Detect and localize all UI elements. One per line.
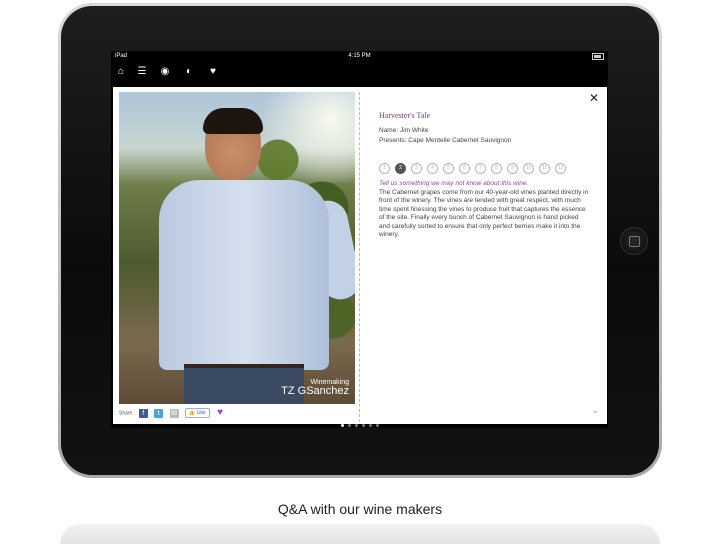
question-text: Tell us something we may not know about … [379, 180, 529, 187]
question-page-dot[interactable]: 4 [427, 163, 438, 174]
page-dot [375, 424, 379, 428]
facebook-icon[interactable]: f [138, 408, 148, 418]
article-title: Harvester's Tale [379, 111, 431, 120]
question-page-dot[interactable]: 6 [459, 163, 470, 174]
status-time: 4:15 PM [348, 53, 371, 59]
question-page-dot[interactable]: 1 [379, 163, 390, 174]
question-page-dot[interactable]: 3 [411, 163, 422, 174]
hair [203, 108, 263, 134]
question-page-dot[interactable]: 10 [523, 163, 534, 174]
page-dot [340, 424, 344, 428]
list-icon[interactable]: ☰ [135, 65, 149, 79]
close-icon[interactable]: ✕ [589, 91, 599, 105]
question-page-dot[interactable]: 5 [443, 163, 454, 174]
like-button[interactable]: 👍 Like [184, 408, 210, 418]
heart-icon[interactable]: ♥ [206, 65, 220, 79]
question-page-dot[interactable]: 9 [507, 163, 518, 174]
qa-content: Harvester's Tale Name: Jim White Present… [379, 87, 593, 407]
page-dot [361, 424, 365, 428]
chevron-down-icon[interactable]: ⌄ [591, 405, 599, 416]
email-icon[interactable]: ✉ [169, 408, 179, 418]
question-page-dot[interactable]: 2 [395, 163, 406, 174]
share-bar: Share f t ✉ 👍 Like ♥ [119, 407, 223, 419]
question-page-dot[interactable]: 8 [491, 163, 502, 174]
vineyard-icon[interactable]: ◐ [182, 65, 196, 79]
page-indicator [111, 424, 608, 428]
presents-line: Presents: Cape Mentelle Cabernet Sauvign… [379, 137, 512, 144]
winemaker-photo: Winemaking TZ GSanchez [119, 92, 355, 404]
answer-text: The Cabernet grapes come from our 40-yea… [379, 189, 589, 239]
question-pager: 1 2 3 4 5 6 7 8 9 10 11 12 [379, 163, 571, 174]
winemaker-figure [139, 108, 355, 404]
page-dot [368, 424, 372, 428]
question-page-dot[interactable]: 7 [475, 163, 486, 174]
photo-caption: Winemaking TZ GSanchez [281, 379, 349, 398]
home-icon[interactable]: ⌂ [114, 65, 128, 79]
slide-caption: Q&A with our wine makers [277, 501, 443, 517]
map-pin-icon[interactable]: ◉ [158, 65, 172, 79]
like-label: Like [196, 410, 206, 416]
app-nav-bar: ⌂ ☰ ◉ ◐ ♥ [111, 61, 608, 85]
qa-panel: Winemaking TZ GSanchez Share f t ✉ 👍 Lik… [113, 87, 607, 424]
page-dot [347, 424, 351, 428]
shirt [159, 180, 329, 370]
share-label: Share [119, 410, 133, 417]
question-page-dot[interactable]: 12 [555, 163, 566, 174]
twitter-icon[interactable]: t [154, 408, 164, 418]
panel-divider [359, 92, 360, 422]
home-button[interactable] [620, 227, 648, 255]
favorite-heart-icon[interactable]: ♥ [217, 407, 223, 418]
winemaker-name: Name: Jim White [379, 127, 429, 134]
next-slide-edge [60, 524, 660, 544]
photo-caption-line2: TZ GSanchez [281, 385, 349, 398]
battery-icon [592, 53, 604, 60]
page-dot [354, 424, 358, 428]
question-page-dot[interactable]: 11 [539, 163, 550, 174]
ipad-screen: iPad 4:15 PM ⌂ ☰ ◉ ◐ ♥ Winemaking TZ GSa… [111, 51, 608, 428]
status-bar: iPad 4:15 PM [111, 51, 608, 61]
